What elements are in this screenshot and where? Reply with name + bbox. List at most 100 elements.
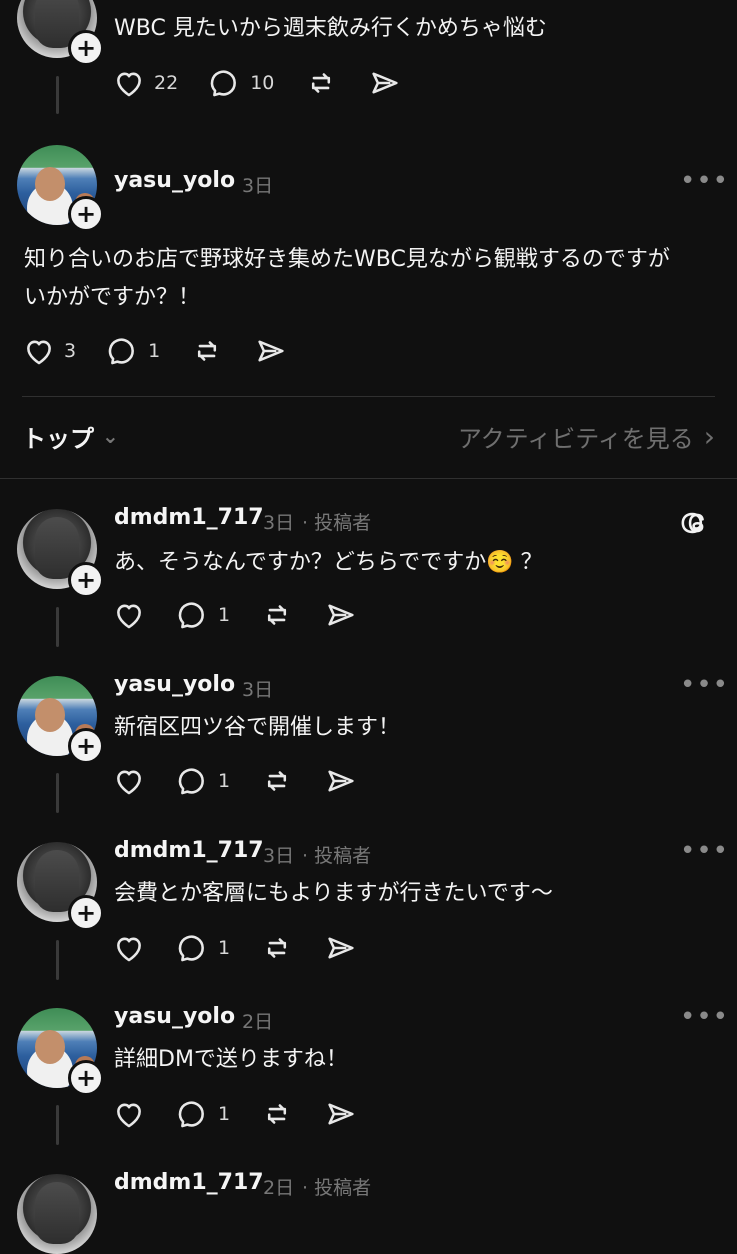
reply-time: 2日 xyxy=(263,1177,295,1199)
post-time: 3日 xyxy=(242,175,274,197)
share-button[interactable] xyxy=(368,66,402,100)
reply-text: 会費とか客層にもよりますが行きたいです〜 xyxy=(114,881,553,906)
send-icon xyxy=(328,937,354,959)
more-icon[interactable]: ••• xyxy=(680,166,729,196)
repost-button[interactable] xyxy=(260,931,294,965)
more-icon[interactable]: ••• xyxy=(680,836,729,866)
post-text-line1: 知り合いのお店で野球好き集めたWBC見ながら観戦するのですが xyxy=(24,247,670,272)
username[interactable]: dmdm1_717 xyxy=(114,505,264,530)
follow-plus-button[interactable]: + xyxy=(68,728,104,764)
more-icon[interactable]: ••• xyxy=(680,1002,729,1032)
more-icon[interactable]: ••• xyxy=(680,670,729,700)
repost-button[interactable] xyxy=(260,598,294,632)
threads-icon xyxy=(681,512,704,534)
post-text-line2: いかがですか？！ xyxy=(24,285,201,310)
comment-icon xyxy=(178,768,204,795)
like-button[interactable] xyxy=(112,764,146,798)
reply-count: 10 xyxy=(250,72,275,94)
like-button[interactable]: 22 xyxy=(112,66,178,100)
reply-actions: 1 xyxy=(112,764,388,798)
share-button[interactable] xyxy=(324,764,358,798)
reply-button[interactable]: 1 xyxy=(106,334,160,368)
send-icon xyxy=(328,770,354,792)
follow-plus-button[interactable]: + xyxy=(68,196,104,232)
username[interactable]: dmdm1_717 xyxy=(114,838,264,863)
thread-line xyxy=(56,607,59,647)
repost-icon xyxy=(198,341,217,361)
post-actions: 3 1 xyxy=(22,334,318,368)
send-icon xyxy=(372,72,398,94)
comment-icon xyxy=(178,935,204,962)
reply-text: 新宿区四ツ谷で開催します！ xyxy=(114,715,401,740)
username[interactable]: yasu_yolo xyxy=(114,168,235,193)
activity-label: アクティビティを見る xyxy=(457,424,694,453)
repost-icon xyxy=(268,938,287,958)
send-icon xyxy=(328,604,354,626)
comment-icon xyxy=(178,1101,204,1128)
sort-dropdown[interactable]: トップ ⌄ xyxy=(22,419,119,454)
share-button[interactable] xyxy=(254,334,288,368)
post-actions: 22 10 xyxy=(112,66,432,100)
chevron-right-icon: › xyxy=(703,419,715,453)
send-icon xyxy=(328,1103,354,1125)
follow-plus-button[interactable]: + xyxy=(68,895,104,931)
divider xyxy=(22,396,715,397)
like-button[interactable]: 3 xyxy=(22,334,76,368)
send-icon xyxy=(258,340,284,362)
comment-icon xyxy=(108,338,135,365)
repost-button[interactable] xyxy=(190,334,224,368)
repost-icon xyxy=(268,1104,287,1124)
follow-plus-button[interactable]: + xyxy=(68,562,104,598)
avatar[interactable] xyxy=(17,1174,97,1254)
thread-line xyxy=(56,773,59,813)
heart-icon xyxy=(117,1103,141,1128)
reply-count: 1 xyxy=(218,1103,231,1125)
reply-text: 詳細DMで送りますね！ xyxy=(114,1047,348,1072)
share-button[interactable] xyxy=(324,598,358,632)
follow-plus-button[interactable]: + xyxy=(68,30,104,66)
heart-icon xyxy=(117,937,141,962)
post-text: WBC 見たいから週末飲み行くかめちゃ悩む xyxy=(114,16,547,41)
share-button[interactable] xyxy=(324,1097,358,1131)
author-badge: · 投稿者 xyxy=(302,512,372,534)
reply-time: 3日 xyxy=(242,679,274,701)
share-button[interactable] xyxy=(324,931,358,965)
username[interactable]: dmdm1_717 xyxy=(114,1170,264,1195)
reply-button[interactable]: 1 xyxy=(176,598,230,632)
reply-button[interactable]: 10 xyxy=(208,66,274,100)
username[interactable]: yasu_yolo xyxy=(114,1004,235,1029)
thread-line xyxy=(56,1105,59,1145)
like-button[interactable] xyxy=(112,1097,146,1131)
reply-text: あ、そうなんですか？どちらでですか☺️ ？ xyxy=(114,550,543,575)
repost-button[interactable] xyxy=(260,1097,294,1131)
author-badge: · 投稿者 xyxy=(302,1177,372,1199)
like-button[interactable] xyxy=(112,931,146,965)
activity-link[interactable]: アクティビティを見る › xyxy=(458,419,715,454)
reply-button[interactable]: 1 xyxy=(176,1097,230,1131)
chevron-down-icon: ⌄ xyxy=(102,424,119,448)
reply-actions: 1 xyxy=(112,931,388,965)
repost-icon xyxy=(312,73,331,93)
repost-icon xyxy=(268,771,287,791)
author-badge: · 投稿者 xyxy=(302,845,372,867)
divider xyxy=(0,478,737,479)
thread-line xyxy=(56,940,59,980)
reply-count: 1 xyxy=(218,770,231,792)
follow-plus-button[interactable]: + xyxy=(68,1060,104,1096)
reply-count: 1 xyxy=(218,937,231,959)
reply-button[interactable]: 1 xyxy=(176,931,230,965)
like-button[interactable] xyxy=(112,598,146,632)
reply-count: 1 xyxy=(218,604,231,626)
repost-button[interactable] xyxy=(304,66,338,100)
heart-icon xyxy=(117,72,141,97)
like-count: 22 xyxy=(154,72,179,94)
heart-icon xyxy=(27,340,51,365)
reply-button[interactable]: 1 xyxy=(176,764,230,798)
reply-time: 3日 xyxy=(263,512,295,534)
reply-time: 3日 xyxy=(263,845,295,867)
username[interactable]: yasu_yolo xyxy=(114,672,235,697)
sort-label: トップ xyxy=(22,424,94,453)
heart-icon xyxy=(117,770,141,795)
reply-count: 1 xyxy=(148,340,161,362)
repost-button[interactable] xyxy=(260,764,294,798)
